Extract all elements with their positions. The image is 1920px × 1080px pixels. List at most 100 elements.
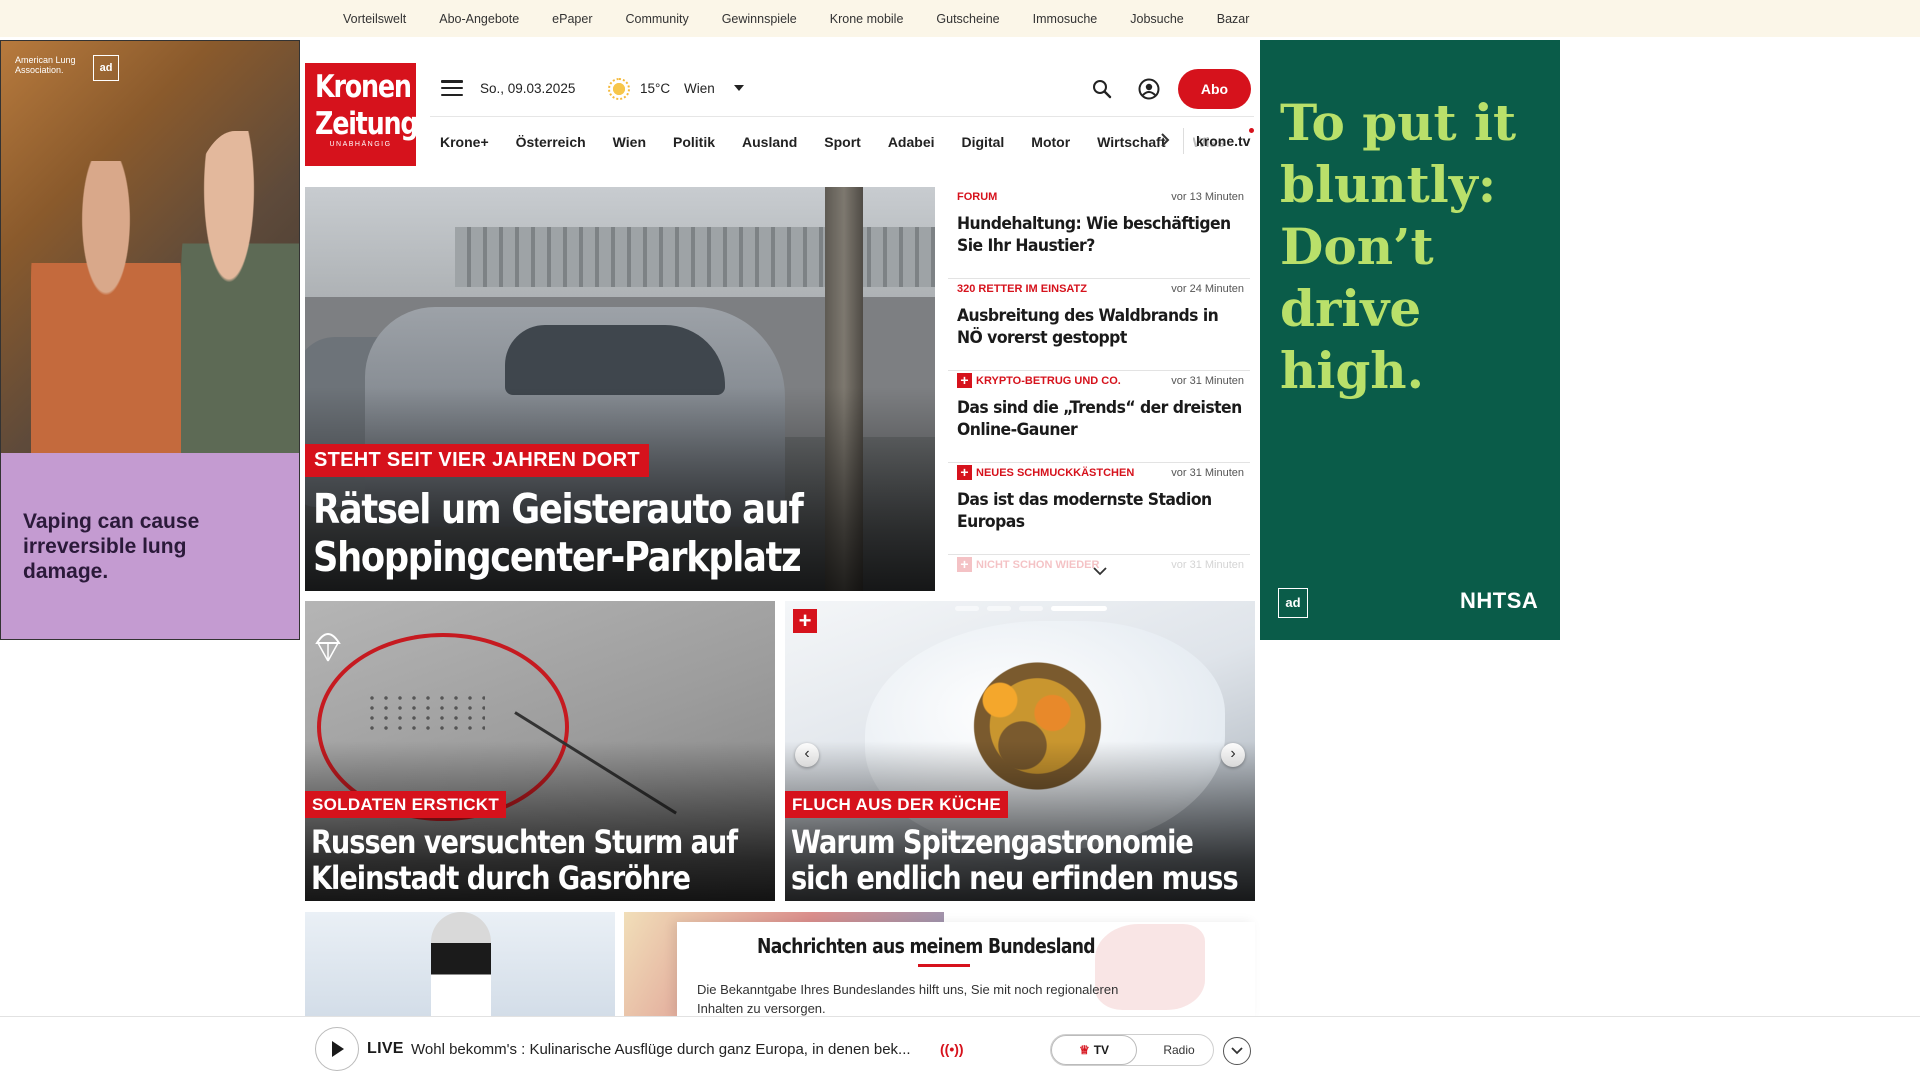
story-kicker: Soldaten erstickt [305, 791, 507, 818]
temperature: 15°C [640, 81, 671, 96]
nav-item-politik[interactable]: Politik [673, 134, 715, 150]
ticker-title[interactable]: Ausbreitung des Waldbrands in NÖ vorerst… [957, 305, 1247, 349]
utility-link-epaper[interactable]: ePaper [552, 12, 592, 26]
ticker-item[interactable]: 320 Retter im Einsatz vor 24 Minuten Aus… [948, 279, 1250, 371]
utility-link-gewinnspiele[interactable]: Gewinnspiele [722, 12, 797, 26]
ad-photo [1, 41, 299, 453]
ticker-category: Forum [957, 191, 998, 203]
utility-link-jobsuche[interactable]: Jobsuche [1130, 12, 1184, 26]
utility-link-vorteilswelt[interactable]: Vorteilswelt [343, 12, 406, 26]
carousel-indicators [955, 606, 1107, 611]
krone-logo[interactable]: Kronen Zeitung UNABHÄNGIG [305, 63, 419, 166]
ad-person-right [181, 131, 299, 453]
parachute-icon [315, 633, 341, 662]
play-button[interactable] [315, 1027, 359, 1071]
story-image-skier[interactable] [305, 912, 615, 1016]
tv-label: TV [1093, 1043, 1110, 1057]
nav-item-wien[interactable]: Wien [613, 134, 646, 150]
ad-message-panel: Vaping can cause irreversible lung damag… [1, 453, 299, 639]
main-nav: Krone+ Österreich Wien Politik Ausland S… [440, 127, 1227, 157]
crown-icon: ♕ [1078, 1043, 1090, 1057]
live-player-bar: LIVE Wohl bekomm's : Kulinarische Ausflü… [0, 1016, 1920, 1080]
live-label: LIVE [367, 1040, 404, 1057]
hero-story[interactable]: Steht seit vier Jahren dort Rätsel um Ge… [305, 187, 935, 591]
utility-bar: Vorteilswelt Abo-Angebote ePaper Communi… [0, 0, 1920, 37]
nav-item-adabei[interactable]: Adabei [888, 134, 935, 150]
nav-item-digital[interactable]: Digital [962, 134, 1005, 150]
ad-left-vaping[interactable]: American Lung Association. ad Vaping can… [0, 40, 300, 640]
news-ticker: Forum vor 13 Minuten Hundehaltung: Wie b… [948, 187, 1250, 587]
ad-council-logo: ad [93, 55, 119, 81]
current-date: So., 09.03.2025 [480, 81, 576, 96]
ticker-title[interactable]: Hundehaltung: Wie beschäftigen Sie Ihr H… [957, 213, 1247, 257]
now-playing[interactable]: Wohl bekomm's : Kulinarische Ausflüge du… [411, 1041, 911, 1058]
expand-button[interactable] [1223, 1037, 1251, 1065]
media-switch: ♕ TV Radio [1050, 1034, 1214, 1066]
hero-kicker: Steht seit vier Jahren dort [305, 444, 649, 477]
chevron-down-icon[interactable] [1093, 566, 1107, 576]
utility-links: Vorteilswelt Abo-Angebote ePaper Communi… [343, 0, 1282, 37]
chevron-down-icon [1231, 1047, 1243, 1055]
nav-item-oesterreich[interactable]: Österreich [516, 134, 586, 150]
ticker-category: Neues Schmuckkästchen [976, 467, 1135, 479]
nav-item-sport[interactable]: Sport [824, 134, 861, 150]
city-select[interactable]: Wien [684, 81, 715, 96]
story-headline[interactable]: Russen versuchten Sturm auf Kleinstadt d… [311, 824, 774, 896]
hero-headline[interactable]: Rätsel um Geisterauto auf Shoppingcenter… [313, 485, 924, 581]
nav-item-motor[interactable]: Motor [1031, 134, 1070, 150]
ticker-title[interactable]: Das sind die „Trends“ der dreisten Onlin… [957, 397, 1247, 441]
utility-link-krone-mobile[interactable]: Krone mobile [830, 12, 904, 26]
story-headline[interactable]: Warum Spitzengastronomie sich endlich ne… [791, 824, 1254, 896]
ticker-category: Krypto-Betrug und Co. [976, 375, 1121, 387]
story-card-carousel[interactable]: + ‹ › Fluch aus der Küche Warum Spitzeng… [785, 601, 1255, 901]
krone-plus-icon: + [957, 465, 972, 480]
utility-link-immosuche[interactable]: Immosuche [1033, 12, 1098, 26]
utility-link-abo-angebote[interactable]: Abo-Angebote [439, 12, 519, 26]
title-underline [918, 964, 970, 967]
nav-item-wirtschaft[interactable]: Wirtschaft [1097, 134, 1165, 150]
ticker-item[interactable]: Forum vor 13 Minuten Hundehaltung: Wie b… [948, 187, 1250, 279]
live-dot [1249, 128, 1254, 133]
carousel-dot[interactable] [1019, 606, 1043, 611]
sun-icon [608, 78, 630, 100]
ticker-time: vor 31 Minuten [1171, 375, 1244, 387]
nav-item-krone-plus[interactable]: Krone+ [440, 134, 489, 150]
story-card[interactable]: Soldaten erstickt Russen versuchten Stur… [305, 601, 775, 901]
ad-right-drive-high[interactable]: To put it bluntly: Don’t drive high. ad … [1260, 40, 1560, 640]
ticker-category: Nicht schon wieder [976, 559, 1100, 571]
ticker-item[interactable]: + Neues Schmuckkästchen vor 31 Minuten D… [948, 463, 1250, 555]
ad-council-logo: ad [1278, 588, 1308, 618]
chevron-down-icon[interactable] [734, 85, 744, 91]
story-kicker: Fluch aus der Küche [785, 791, 1009, 818]
bundesland-prompt: Nachrichten aus meinem Bundesland Die Be… [677, 922, 1255, 1016]
utility-link-gutscheine[interactable]: Gutscheine [936, 12, 999, 26]
ticker-time: vor 24 Minuten [1171, 283, 1244, 295]
logo-line-1: Kronen [314, 69, 412, 105]
ticker-item[interactable]: + Krypto-Betrug und Co. vor 31 Minuten D… [948, 371, 1250, 463]
bundesland-text: Die Bekanntgabe Ihres Bundeslandes hilft… [697, 982, 1119, 1016]
broadcast-icon: ((•)) [940, 1041, 964, 1057]
carousel-dot[interactable] [955, 606, 979, 611]
nhtsa-logo: NHTSA [1460, 588, 1539, 613]
tv-toggle[interactable]: ♕ TV [1051, 1035, 1137, 1065]
ticker-title[interactable]: Das ist das modernste Stadion Europas [957, 489, 1247, 533]
ticker-time: vor 31 Minuten [1171, 559, 1244, 571]
nav-item-ausland[interactable]: Ausland [742, 134, 797, 150]
krone-plus-icon: + [957, 373, 972, 388]
carousel-dot[interactable] [987, 606, 1011, 611]
ad-message: To put it bluntly: Don’t drive high. [1280, 93, 1517, 400]
abo-button[interactable]: Abo [1178, 69, 1251, 109]
search-icon[interactable] [1092, 79, 1112, 99]
nav-item-krone-tv[interactable]: krone.tv [1196, 133, 1250, 149]
user-icon[interactable] [1138, 78, 1160, 100]
carousel-dot-active[interactable] [1051, 606, 1107, 611]
radio-toggle[interactable]: Radio [1147, 1035, 1211, 1065]
menu-icon[interactable] [441, 80, 463, 96]
ticker-category: 320 Retter im Einsatz [957, 283, 1087, 295]
utility-link-community[interactable]: Community [625, 12, 688, 26]
play-icon [332, 1041, 344, 1057]
krone-plus-icon: + [957, 557, 972, 572]
utility-link-bazar[interactable]: Bazar [1217, 12, 1250, 26]
chevron-right-icon[interactable] [1160, 133, 1170, 147]
krone-plus-icon: + [793, 609, 817, 633]
